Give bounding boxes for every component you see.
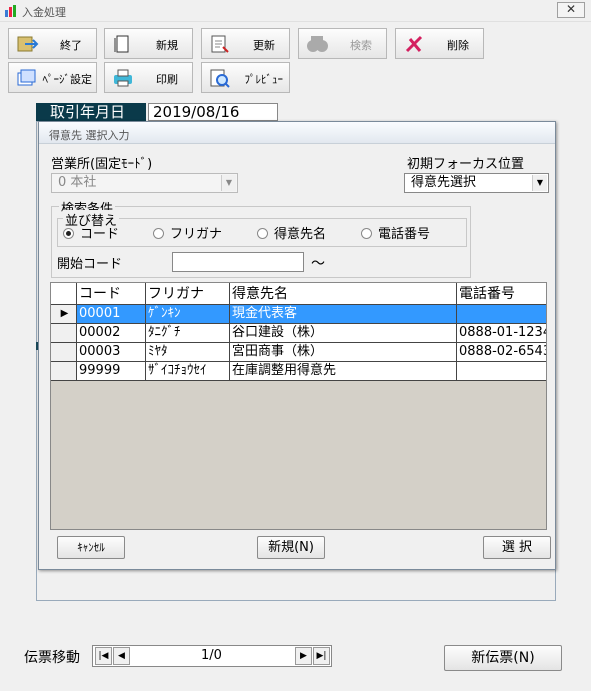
binoculars-icon	[307, 36, 328, 52]
sort-option-label: 得意先名	[274, 227, 327, 242]
cell-kana: ﾐﾔﾀ	[146, 343, 230, 361]
focus-label: 初期フォーカス位置	[407, 157, 525, 172]
sort-radio-kana[interactable]: フリガナ	[153, 226, 222, 244]
cell-code: 00003	[77, 343, 146, 361]
window-title: 入金処理	[22, 6, 66, 19]
dialog-title: 得意先 選択入力	[49, 129, 130, 142]
sort-radio-phone[interactable]: 電話番号	[361, 226, 430, 244]
column-header-kana[interactable]: フリガナ	[146, 283, 230, 304]
cell-name: 宮田商事（株）	[230, 343, 457, 361]
dialog-new-button[interactable]: 新規(N)	[257, 536, 325, 559]
cell-code: 00002	[77, 324, 146, 342]
date-label: 取引年月日	[36, 103, 146, 121]
table-row[interactable]: 99999 ｻﾞｲｺﾁｮｳｾｲ 在庫調整用得意先	[51, 362, 546, 381]
customer-select-dialog: 得意先 選択入力 営業所(固定ﾓｰﾄﾞ) 0 本社 ▼ 初期フォーカス位置 得意…	[38, 121, 556, 570]
exit-icon	[17, 36, 39, 52]
range-tilde: ～	[311, 256, 325, 272]
cell-name: 在庫調整用得意先	[230, 362, 457, 380]
new-slip-button[interactable]: 新伝票(N)	[444, 645, 562, 671]
slip-move-label: 伝票移動	[24, 650, 80, 666]
page-indicator: 1/0	[201, 648, 222, 663]
radio-icon	[153, 228, 164, 239]
app-icon	[5, 5, 16, 17]
first-record-icon[interactable]: |◀	[95, 647, 112, 665]
page-setup-button[interactable]: ﾍﾟｰｼﾞ設定	[8, 62, 97, 93]
grid-header-corner	[51, 283, 77, 304]
new-icon	[114, 35, 129, 53]
office-select[interactable]: 0 本社 ▼	[51, 173, 238, 193]
cancel-button[interactable]: ｷｬﾝｾﾙ	[57, 536, 125, 559]
row-indicator-icon	[51, 362, 77, 380]
table-row[interactable]: 00002 ﾀﾆｸﾞﾁ 谷口建設（株） 0888-01-1234	[51, 324, 546, 343]
grid-header: コード フリガナ 得意先名 電話番号	[51, 283, 546, 305]
sort-radio-name[interactable]: 得意先名	[257, 226, 326, 244]
start-code-label: 開始コード	[57, 257, 123, 272]
cell-kana: ｻﾞｲｺﾁｮｳｾｲ	[146, 362, 230, 380]
delete-icon	[405, 35, 423, 53]
start-code-input[interactable]	[172, 252, 304, 272]
cell-phone	[457, 305, 546, 323]
update-icon	[211, 35, 229, 53]
delete-button[interactable]: 削除	[395, 28, 484, 59]
cell-name: 現金代表客	[230, 305, 457, 323]
cell-kana: ｹﾞﾝｷﾝ	[146, 305, 230, 323]
last-record-icon[interactable]: ▶|	[313, 647, 330, 665]
column-header-code[interactable]: コード	[77, 283, 146, 304]
select-button[interactable]: 選 択	[483, 536, 551, 559]
page-setup-icon	[17, 69, 36, 86]
cell-name: 谷口建設（株）	[230, 324, 457, 342]
preview-icon	[210, 69, 230, 88]
dialog-titlebar: 得意先 選択入力	[39, 122, 555, 144]
sort-option-label: コード	[80, 227, 120, 242]
focus-value: 得意先選択	[411, 175, 477, 190]
print-button[interactable]: 印刷	[104, 62, 193, 93]
cell-phone: 0888-01-1234	[459, 325, 546, 340]
close-button[interactable]: ✕	[557, 2, 585, 18]
office-value: 0 本社	[58, 175, 97, 190]
radio-icon	[257, 228, 268, 239]
prev-record-icon[interactable]: ◀	[113, 647, 130, 665]
office-label: 営業所(固定ﾓｰﾄﾞ)	[51, 157, 153, 172]
column-header-phone[interactable]: 電話番号	[457, 283, 546, 304]
update-button[interactable]: 更新	[201, 28, 290, 59]
sort-option-label: フリガナ	[170, 227, 223, 242]
sort-radio-code[interactable]: コード	[63, 226, 119, 244]
search-button[interactable]: 検索	[298, 28, 387, 59]
next-record-icon[interactable]: ▶	[295, 647, 312, 665]
slip-navigator: |◀ ◀ 1/0 ▶ ▶|	[92, 645, 332, 667]
sort-option-label: 電話番号	[378, 227, 431, 242]
exit-button[interactable]: 終了	[8, 28, 97, 59]
row-indicator-icon	[51, 343, 77, 361]
table-row[interactable]: 00003 ﾐﾔﾀ 宮田商事（株） 0888-02-6543	[51, 343, 546, 362]
row-indicator-icon	[51, 324, 77, 342]
table-row[interactable]: ▶ 00001 ｹﾞﾝｷﾝ 現金代表客	[51, 305, 546, 324]
cell-phone: 0888-02-6543	[459, 344, 546, 359]
chevron-down-icon: ▼	[532, 175, 547, 191]
chevron-down-icon: ▼	[221, 175, 236, 191]
cell-code: 00001	[77, 305, 146, 323]
cell-phone	[457, 362, 546, 380]
cell-kana: ﾀﾆｸﾞﾁ	[146, 324, 230, 342]
new-button[interactable]: 新規	[104, 28, 193, 59]
row-indicator-icon: ▶	[51, 305, 77, 323]
radio-icon	[361, 228, 372, 239]
date-field[interactable]: 2019/08/16	[148, 103, 278, 121]
radio-selected-icon	[63, 228, 74, 239]
preview-button[interactable]: ﾌﾟﾚﾋﾞｭｰ	[201, 62, 290, 93]
customer-grid: コード フリガナ 得意先名 電話番号 ▶ 00001 ｹﾞﾝｷﾝ 現金代表客 00002…	[50, 282, 547, 530]
focus-select[interactable]: 得意先選択 ▼	[404, 173, 549, 193]
window-titlebar: 入金処理	[0, 0, 591, 22]
cell-code: 99999	[77, 362, 146, 380]
printer-icon	[114, 69, 132, 87]
column-header-name[interactable]: 得意先名	[230, 283, 457, 304]
